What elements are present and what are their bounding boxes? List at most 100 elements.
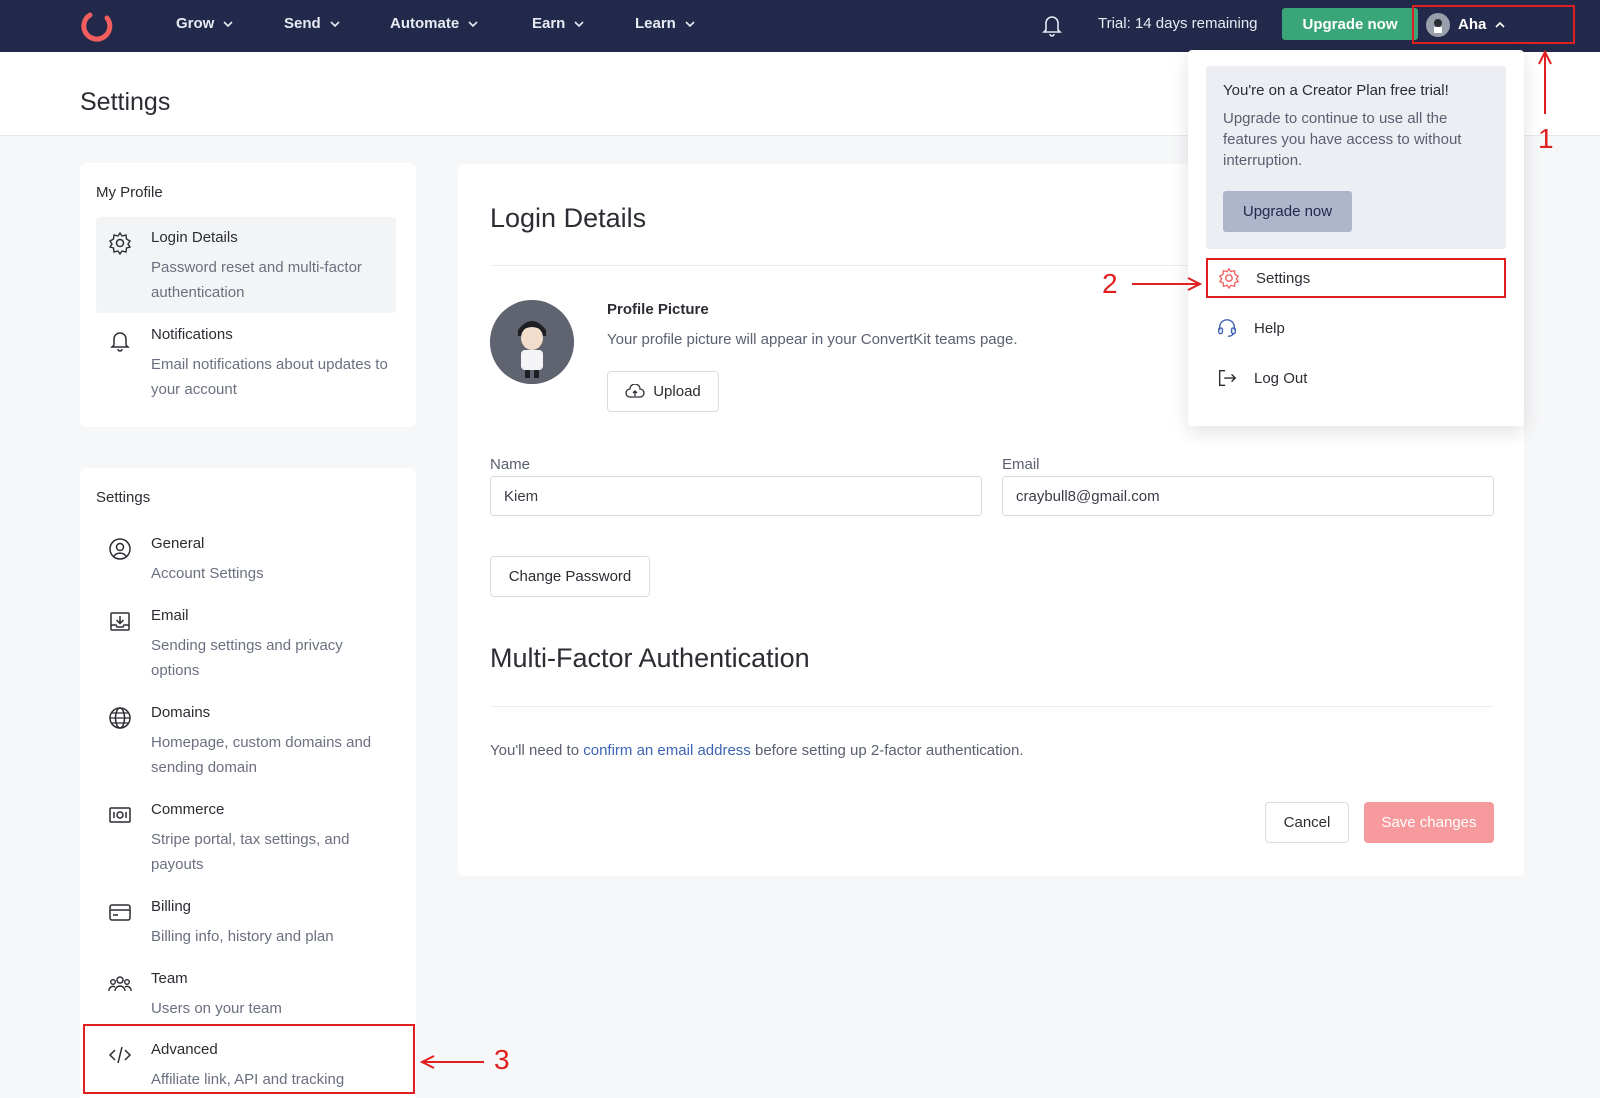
- nav-grow-label: Grow: [176, 15, 215, 32]
- sidebar-item-billing[interactable]: Billing Billing info, history and plan: [96, 898, 396, 958]
- settings-card: Settings General Account Settings Email …: [80, 468, 416, 1098]
- dropdown-item-settings[interactable]: Settings: [1206, 258, 1506, 298]
- avatar: [1426, 12, 1450, 37]
- sidebar-item-desc: Password reset and multi-factor authenti…: [151, 259, 362, 301]
- mfa-text-before: You'll need to: [490, 742, 584, 759]
- gear-icon: [108, 231, 132, 255]
- chevron-down-icon: [685, 20, 695, 27]
- change-password-button[interactable]: Change Password: [490, 556, 650, 597]
- inbox-download-icon: [110, 612, 130, 631]
- dropdown-item-help[interactable]: Help: [1206, 308, 1506, 348]
- headset-icon: [1218, 319, 1236, 337]
- chevron-down-icon: [223, 20, 233, 27]
- profile-card-title: My Profile: [96, 184, 163, 201]
- upload-label: Upload: [653, 383, 701, 400]
- chevron-up-icon: [1495, 21, 1505, 28]
- bell-icon: [110, 332, 130, 352]
- mfa-text-after: before setting up 2-factor authenticatio…: [750, 742, 1024, 759]
- sidebar-item-email[interactable]: Email Sending settings and privacy optio…: [96, 607, 396, 687]
- annotation-box-3: [83, 1024, 415, 1094]
- sidebar-item-desc: Sending settings and privacy options: [151, 637, 343, 679]
- annotation-arrow-3: [420, 1055, 484, 1069]
- sidebar-item-commerce[interactable]: Commerce Stripe portal, tax settings, an…: [96, 801, 396, 881]
- nav-automate[interactable]: Automate: [390, 15, 479, 32]
- sidebar-item-title: Commerce: [151, 801, 225, 818]
- sidebar-item-team[interactable]: Team Users on your team: [96, 970, 396, 1030]
- settings-card-title: Settings: [96, 489, 151, 506]
- user-circle-icon: [109, 538, 131, 560]
- globe-icon: [109, 707, 131, 729]
- profile-picture-title: Profile Picture: [607, 301, 709, 318]
- annotation-label-3: 3: [494, 1044, 510, 1075]
- nav-earn[interactable]: Earn: [532, 15, 585, 32]
- annotation-label-2: 2: [1102, 268, 1118, 299]
- sidebar-item-desc: Stripe portal, tax settings, and payouts: [151, 831, 350, 873]
- sidebar-item-desc: Account Settings: [151, 565, 264, 582]
- cloud-upload-icon: [625, 383, 645, 398]
- sidebar-item-title: Login Details: [151, 229, 238, 246]
- sidebar-item-notifications[interactable]: Notifications Email notifications about …: [96, 326, 396, 406]
- dropdown-item-label: Help: [1254, 319, 1285, 337]
- convertkit-logo[interactable]: [80, 9, 114, 43]
- credit-card-icon: [109, 904, 131, 921]
- nav-send[interactable]: Send: [284, 15, 341, 32]
- sidebar-item-title: General: [151, 535, 205, 552]
- user-name: Aha: [1458, 16, 1487, 33]
- user-menu-toggle[interactable]: Aha: [1412, 5, 1575, 44]
- dropdown-item-logout[interactable]: Log Out: [1206, 358, 1506, 398]
- top-navbar: Grow Send Automate Earn Learn Trial: 14 …: [0, 0, 1600, 52]
- logout-icon: [1218, 369, 1237, 387]
- dropdown-item-label: Log Out: [1254, 369, 1308, 387]
- profile-picture-desc: Your profile picture will appear in your…: [607, 331, 1018, 348]
- team-icon: [108, 976, 132, 992]
- avatar-figure-icon: [1434, 18, 1442, 33]
- sidebar-item-domains[interactable]: Domains Homepage, custom domains and sen…: [96, 704, 396, 784]
- upgrade-now-button[interactable]: Upgrade now: [1282, 8, 1418, 40]
- sidebar-item-desc: Users on your team: [151, 1000, 282, 1017]
- sidebar-item-desc: Homepage, custom domains and sending dom…: [151, 734, 372, 776]
- dropdown-item-label: Settings: [1256, 269, 1311, 287]
- sidebar-item-login-details[interactable]: Login Details Password reset and multi-f…: [96, 217, 396, 313]
- divider: [490, 706, 1494, 707]
- chevron-down-icon: [468, 20, 478, 27]
- annotation-arrow-1: [1538, 49, 1552, 114]
- mfa-message: You'll need to confirm an email address …: [490, 742, 1024, 759]
- sidebar-item-title: Team: [151, 970, 188, 987]
- annotation-label-1: 1: [1538, 123, 1554, 154]
- email-input[interactable]: [1002, 476, 1494, 516]
- sidebar-item-desc: Billing info, history and plan: [151, 928, 334, 945]
- gear-icon: [1218, 267, 1240, 289]
- name-input[interactable]: [490, 476, 982, 516]
- sidebar-item-desc: Email notifications about updates to you…: [151, 356, 388, 398]
- trial-notice-title: You're on a Creator Plan free trial!: [1223, 82, 1449, 99]
- upgrade-now-button[interactable]: Upgrade now: [1223, 191, 1352, 232]
- trial-notice-text: Upgrade to continue to use all the featu…: [1223, 110, 1462, 169]
- nav-earn-label: Earn: [532, 15, 566, 32]
- cancel-button[interactable]: Cancel: [1265, 802, 1349, 843]
- email-label: Email: [1002, 456, 1040, 473]
- chevron-down-icon: [574, 20, 584, 27]
- annotation-arrow-2: [1132, 277, 1202, 291]
- bell-icon[interactable]: [1040, 12, 1064, 38]
- sidebar-item-title: Domains: [151, 704, 211, 721]
- save-changes-button[interactable]: Save changes: [1364, 802, 1494, 843]
- sidebar-item-title: Email: [151, 607, 189, 624]
- sidebar-item-general[interactable]: General Account Settings: [96, 535, 396, 595]
- trial-status: Trial: 14 days remaining: [1098, 15, 1258, 32]
- upload-button[interactable]: Upload: [607, 371, 719, 412]
- confirm-email-link[interactable]: confirm an email address: [583, 742, 751, 759]
- nav-automate-label: Automate: [390, 15, 460, 32]
- nav-learn-label: Learn: [635, 15, 676, 32]
- mfa-heading: Multi-Factor Authentication: [490, 643, 810, 673]
- login-details-heading: Login Details: [490, 203, 647, 233]
- chevron-down-icon: [330, 20, 340, 27]
- sidebar-item-title: Billing: [151, 898, 192, 915]
- trial-notice: You're on a Creator Plan free trial! Upg…: [1206, 66, 1506, 249]
- banknote-icon: [109, 807, 131, 823]
- nav-send-label: Send: [284, 15, 321, 32]
- nav-learn[interactable]: Learn: [635, 15, 696, 32]
- user-dropdown-menu: You're on a Creator Plan free trial! Upg…: [1188, 50, 1524, 426]
- nav-grow[interactable]: Grow: [176, 15, 234, 32]
- profile-picture: [490, 300, 574, 384]
- name-label: Name: [490, 456, 531, 473]
